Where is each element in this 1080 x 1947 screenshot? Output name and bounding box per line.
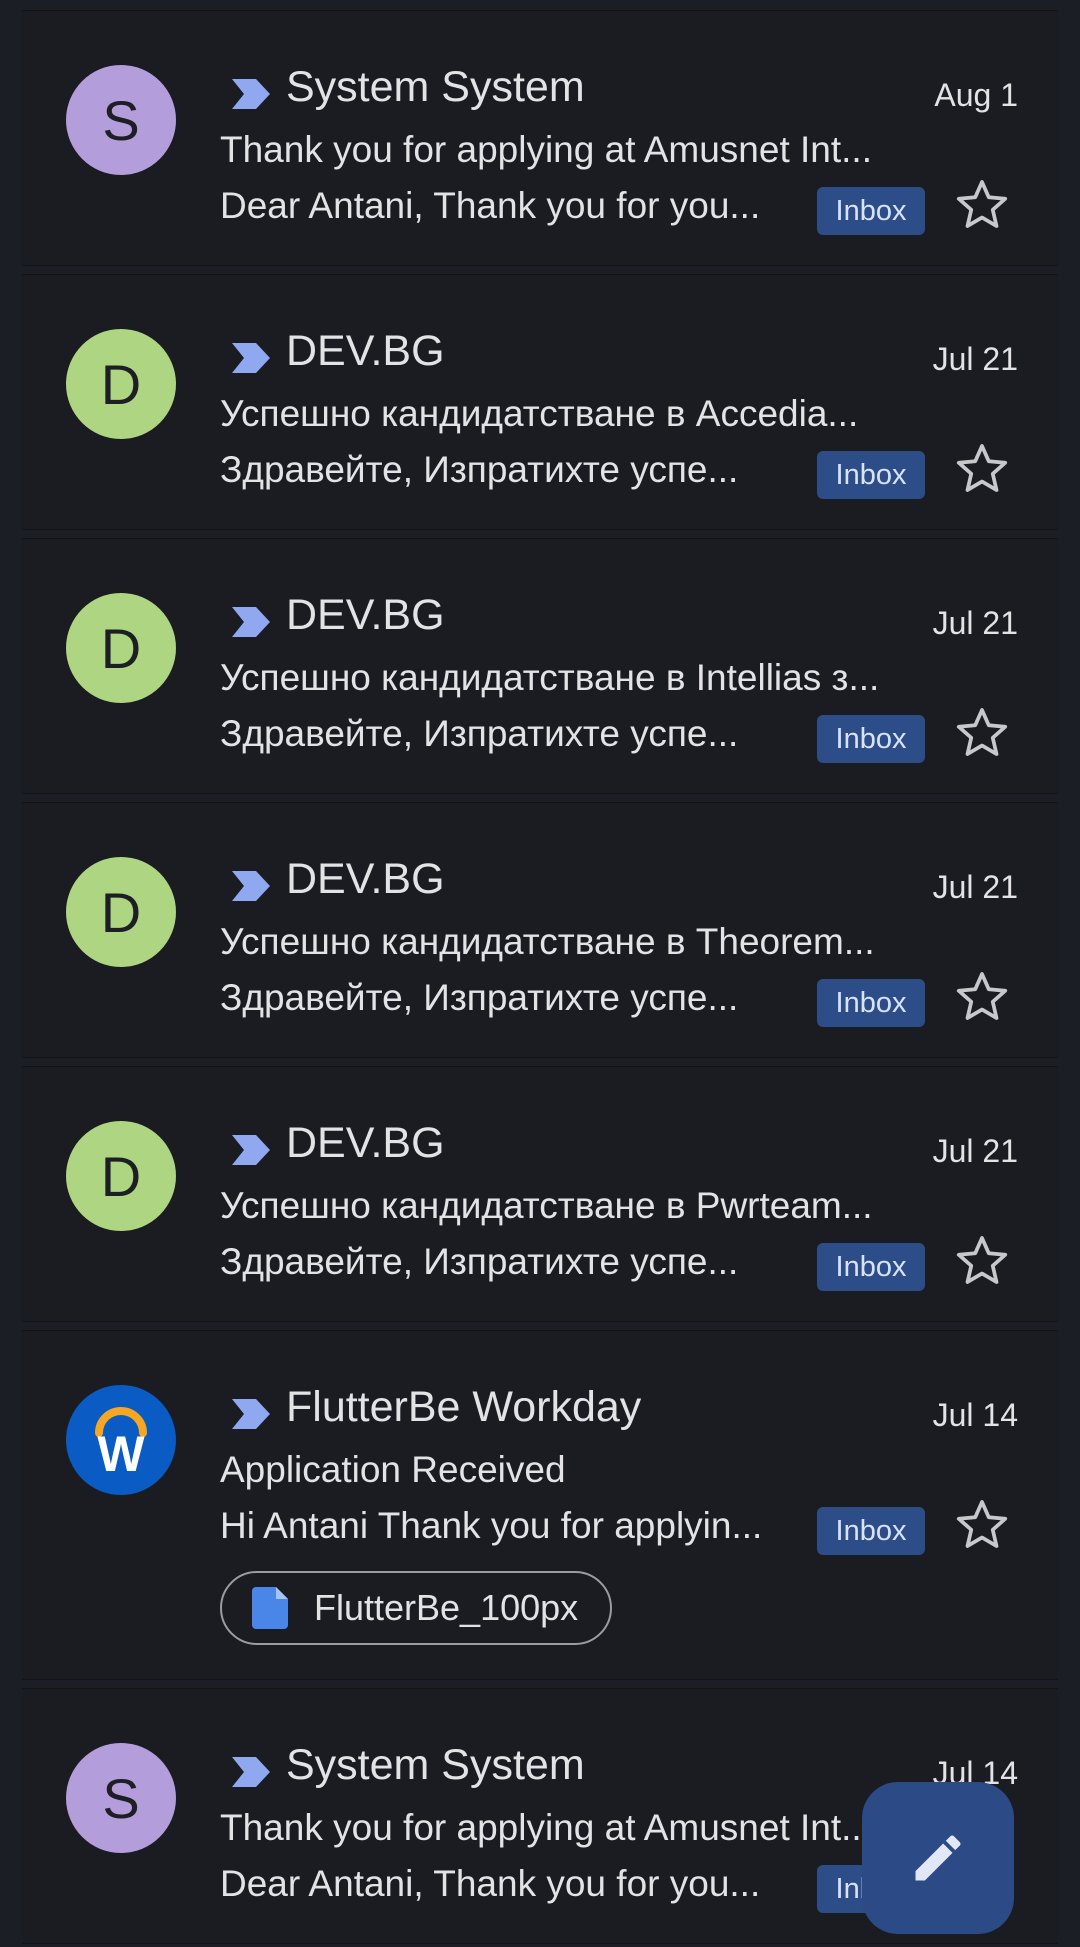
email-row[interactable]: D DEV.BG Jul 21 Успешно кандидатстване в…	[22, 274, 1058, 530]
inbox-label: Inbox	[817, 715, 925, 763]
email-snippet: Dear Antani, Thank you for you...	[220, 1863, 761, 1904]
avatar-letter: D	[100, 616, 142, 680]
sender-name: DEV.BG	[286, 327, 445, 375]
email-date: Jul 21	[932, 869, 1018, 905]
inbox-label: Inbox	[817, 187, 925, 235]
email-row[interactable]: D DEV.BG Jul 21 Успешно кандидатстване в…	[22, 802, 1058, 1058]
email-subject: Успешно кандидатстване в Intellias з...	[220, 657, 880, 698]
avatar-letter: W	[97, 1426, 145, 1482]
email-subject: Успешно кандидатстване в Pwrteam...	[220, 1185, 873, 1226]
star-outline-icon[interactable]	[952, 1495, 1012, 1555]
email-snippet: Dear Antani, Thank you for you...	[220, 185, 761, 226]
avatar[interactable]: D	[66, 857, 176, 967]
email-subject: Успешно кандидатстване в Accedia...	[220, 393, 859, 434]
inbox-label: Inbox	[817, 979, 925, 1027]
inbox-label: Inbox	[817, 1243, 925, 1291]
avatar-letter: S	[102, 88, 140, 152]
email-date: Jul 21	[932, 341, 1018, 377]
sender-name: System System	[286, 63, 585, 111]
importance-marker-icon[interactable]	[230, 605, 272, 639]
avatar[interactable]: D	[66, 1121, 176, 1231]
importance-marker-icon[interactable]	[230, 869, 272, 903]
star-outline-icon[interactable]	[952, 175, 1012, 235]
email-list: S System System Aug 1 Thank you for appl…	[0, 0, 1080, 1947]
sender-name: DEV.BG	[286, 855, 445, 903]
avatar[interactable]: S	[66, 65, 176, 175]
avatar-letter: S	[102, 1766, 140, 1830]
email-snippet: Здравейте, Изпратихте успе...	[220, 713, 739, 754]
attachment-chip[interactable]: FlutterBe_100px	[220, 1571, 613, 1645]
doc-file-icon	[252, 1587, 288, 1629]
sender-name: DEV.BG	[286, 591, 445, 639]
importance-marker-icon[interactable]	[230, 1755, 272, 1789]
sender-name: DEV.BG	[286, 1119, 445, 1167]
importance-marker-icon[interactable]	[230, 1133, 272, 1167]
email-snippet: Здравейте, Изпратихте успе...	[220, 977, 739, 1018]
star-outline-icon[interactable]	[952, 1231, 1012, 1291]
importance-marker-icon[interactable]	[230, 1397, 272, 1431]
email-snippet: Здравейте, Изпратихте успе...	[220, 1241, 739, 1282]
email-subject: Thank you for applying at Amusnet Int...	[220, 129, 872, 170]
attachment-name: FlutterBe_100px	[314, 1587, 579, 1628]
email-date: Jul 14	[932, 1397, 1018, 1433]
email-snippet: Здравейте, Изпратихте успе...	[220, 449, 739, 490]
email-date: Jul 21	[932, 605, 1018, 641]
email-row[interactable]: S System System Aug 1 Thank you for appl…	[22, 10, 1058, 266]
avatar[interactable]: D	[66, 329, 176, 439]
email-subject: Успешно кандидатстване в Theorem...	[220, 921, 875, 962]
sender-name: FlutterBe Workday	[286, 1383, 642, 1431]
avatar[interactable]: D	[66, 593, 176, 703]
avatar[interactable]: S	[66, 1743, 176, 1853]
workday-avatar[interactable]: W	[66, 1385, 176, 1495]
pencil-icon	[915, 1835, 961, 1881]
compose-button[interactable]	[862, 1782, 1014, 1934]
email-snippet: Hi Antani Thank you for applyin...	[220, 1505, 763, 1546]
email-date: Aug 1	[934, 77, 1018, 113]
sender-name: System System	[286, 1741, 585, 1789]
avatar-letter: D	[100, 880, 142, 944]
email-subject: Application Received	[220, 1449, 566, 1490]
inbox-label: Inbox	[817, 451, 925, 499]
email-date: Jul 21	[932, 1133, 1018, 1169]
importance-marker-icon[interactable]	[230, 341, 272, 375]
email-subject: Thank you for applying at Amusnet Int...	[220, 1807, 872, 1848]
importance-marker-icon[interactable]	[230, 77, 272, 111]
star-outline-icon[interactable]	[952, 703, 1012, 763]
email-row[interactable]: D DEV.BG Jul 21 Успешно кандидатстване в…	[22, 538, 1058, 794]
email-row[interactable]: W FlutterBe Workday Jul 14 Application R…	[22, 1330, 1058, 1680]
email-row[interactable]: D DEV.BG Jul 21 Успешно кандидатстване в…	[22, 1066, 1058, 1322]
star-outline-icon[interactable]	[952, 967, 1012, 1027]
avatar-letter: D	[100, 352, 142, 416]
star-outline-icon[interactable]	[952, 439, 1012, 499]
avatar-letter: D	[100, 1144, 142, 1208]
inbox-label: Inbox	[817, 1507, 925, 1555]
